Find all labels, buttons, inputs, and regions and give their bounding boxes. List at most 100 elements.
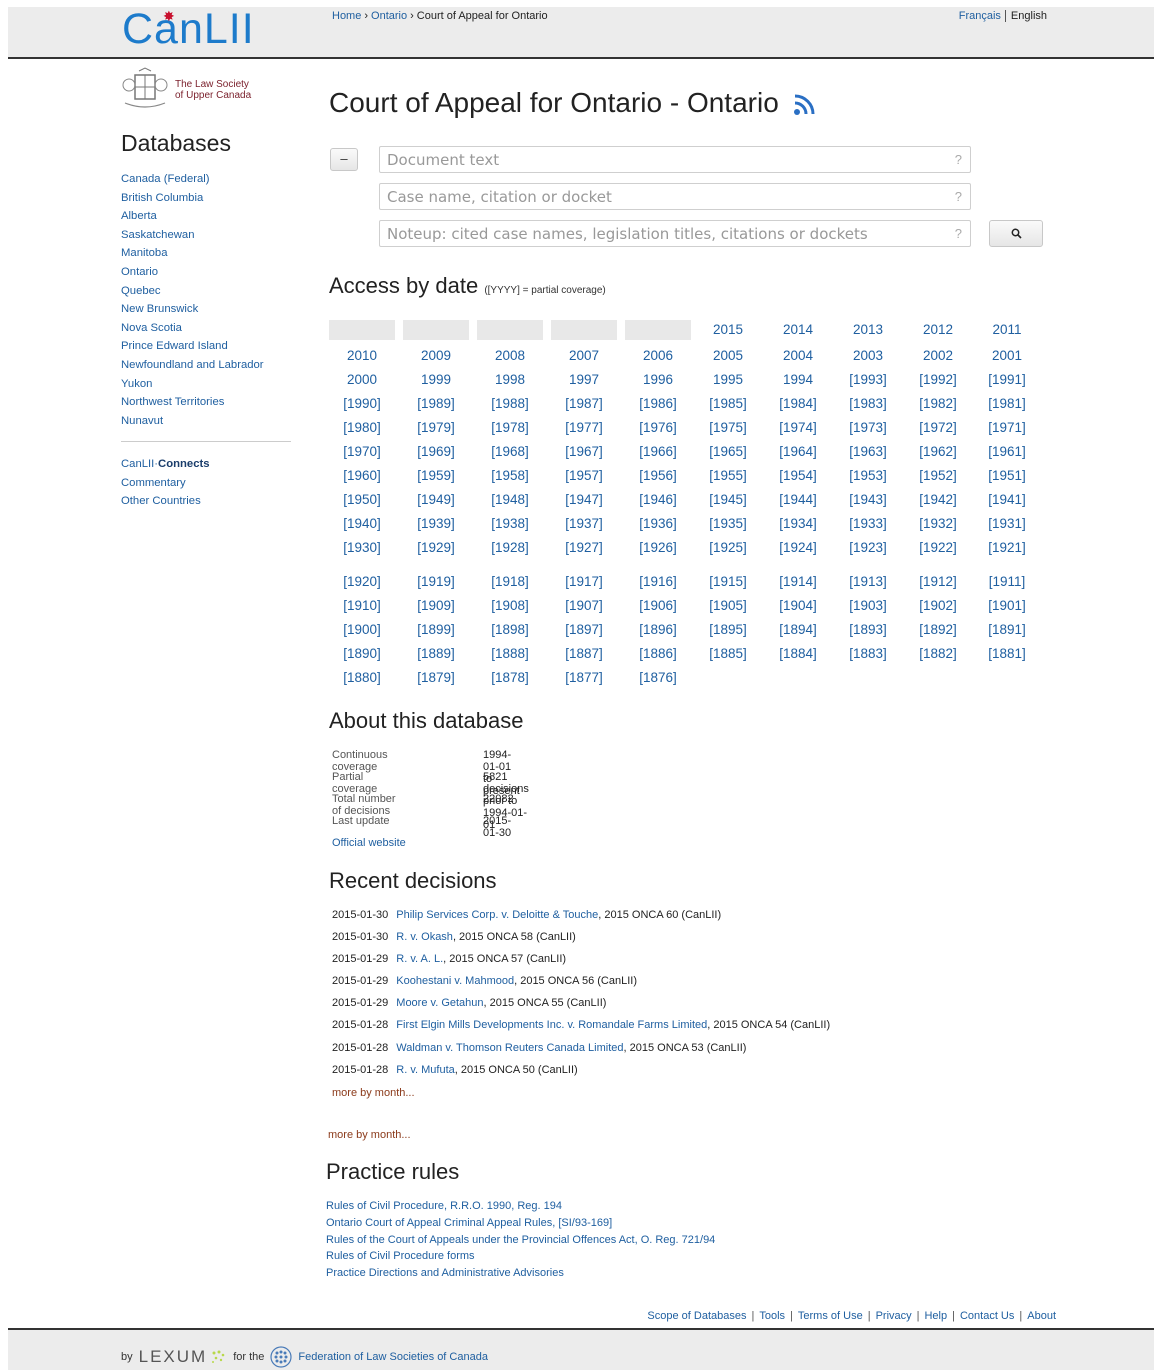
year-link[interactable]: [1970] xyxy=(329,444,395,464)
year-link[interactable]: [1923] xyxy=(835,540,901,560)
noteup-input[interactable] xyxy=(380,221,970,246)
document-text-input[interactable] xyxy=(380,147,970,172)
year-link[interactable]: [1955] xyxy=(695,468,761,488)
year-link[interactable]: [1975] xyxy=(695,420,761,440)
db-link-ontario[interactable]: Ontario xyxy=(121,266,158,278)
case-name-help-icon[interactable]: ? xyxy=(955,189,962,204)
year-link[interactable]: [1921] xyxy=(974,540,1040,560)
year-link[interactable]: [1960] xyxy=(329,468,395,488)
year-link[interactable]: 2004 xyxy=(765,348,831,368)
decision-link[interactable]: First Elgin Mills Developments Inc. v. R… xyxy=(396,1019,707,1031)
year-link[interactable]: [1992] xyxy=(905,372,971,392)
year-link[interactable]: 2012 xyxy=(905,322,971,342)
year-link[interactable]: [1988] xyxy=(477,396,543,416)
footer-privacy-link[interactable]: Privacy xyxy=(876,1310,912,1322)
year-link[interactable]: [1877] xyxy=(551,670,617,690)
year-link[interactable]: [1930] xyxy=(329,540,395,560)
year-link[interactable]: [1940] xyxy=(329,516,395,536)
year-link[interactable]: [1915] xyxy=(695,574,761,594)
year-link[interactable]: [1892] xyxy=(905,622,971,642)
db-link-pei[interactable]: Prince Edward Island xyxy=(121,340,228,352)
year-link[interactable]: [1887] xyxy=(551,646,617,666)
year-link[interactable]: [1907] xyxy=(551,598,617,618)
db-link-nova-scotia[interactable]: Nova Scotia xyxy=(121,322,182,334)
year-link[interactable]: [1949] xyxy=(403,492,469,512)
year-link[interactable]: [1991] xyxy=(974,372,1040,392)
year-link[interactable]: [1904] xyxy=(765,598,831,618)
db-link-canada-federal[interactable]: Canada (Federal) xyxy=(121,173,210,185)
year-link[interactable]: [1913] xyxy=(835,574,901,594)
footer-contact-link[interactable]: Contact Us xyxy=(960,1310,1014,1322)
year-link[interactable]: [1884] xyxy=(765,646,831,666)
decision-link[interactable]: R. v. Okash xyxy=(396,931,453,943)
year-link[interactable]: 1995 xyxy=(695,372,761,392)
year-link[interactable]: [1980] xyxy=(329,420,395,440)
year-link[interactable]: 2005 xyxy=(695,348,761,368)
decision-link[interactable]: Waldman v. Thomson Reuters Canada Limite… xyxy=(396,1042,623,1054)
year-link[interactable]: [1886] xyxy=(625,646,691,666)
year-link[interactable]: 2007 xyxy=(551,348,617,368)
year-link[interactable]: [1939] xyxy=(403,516,469,536)
breadcrumb-home[interactable]: Home xyxy=(332,10,361,22)
year-link[interactable]: [1957] xyxy=(551,468,617,488)
year-link[interactable]: [1926] xyxy=(625,540,691,560)
db-link-alberta[interactable]: Alberta xyxy=(121,210,157,222)
year-link[interactable]: [1905] xyxy=(695,598,761,618)
year-link[interactable]: [1896] xyxy=(625,622,691,642)
year-link[interactable]: 2008 xyxy=(477,348,543,368)
year-link[interactable]: 2010 xyxy=(329,348,395,368)
year-link[interactable]: 2006 xyxy=(625,348,691,368)
year-link[interactable]: 2003 xyxy=(835,348,901,368)
year-link[interactable]: [1920] xyxy=(329,574,395,594)
footer-help-link[interactable]: Help xyxy=(924,1310,947,1322)
footer-tools-link[interactable]: Tools xyxy=(759,1310,785,1322)
year-link[interactable]: [1941] xyxy=(974,492,1040,512)
year-link[interactable]: [1903] xyxy=(835,598,901,618)
year-link[interactable]: [1900] xyxy=(329,622,395,642)
db-link-newfoundland[interactable]: Newfoundland and Labrador xyxy=(121,359,264,371)
year-link[interactable]: [1885] xyxy=(695,646,761,666)
year-link[interactable]: [1917] xyxy=(551,574,617,594)
db-link-saskatchewan[interactable]: Saskatchewan xyxy=(121,229,194,241)
more-by-month-link[interactable]: more by month... xyxy=(328,1129,411,1141)
year-link[interactable]: [1963] xyxy=(835,444,901,464)
canlii-connects-link[interactable]: CanLII·Connects xyxy=(121,458,210,470)
case-name-input[interactable] xyxy=(380,184,970,209)
year-link[interactable]: 1994 xyxy=(765,372,831,392)
year-link[interactable]: 1996 xyxy=(625,372,691,392)
practice-rule-link[interactable]: Ontario Court of Appeal Criminal Appeal … xyxy=(326,1217,612,1229)
year-link[interactable]: [1974] xyxy=(765,420,831,440)
year-link[interactable]: [1894] xyxy=(765,622,831,642)
year-link[interactable]: [1929] xyxy=(403,540,469,560)
db-link-nwt[interactable]: Northwest Territories xyxy=(121,396,224,408)
year-link[interactable]: [1924] xyxy=(765,540,831,560)
year-link[interactable]: [1942] xyxy=(905,492,971,512)
db-link-nunavut[interactable]: Nunavut xyxy=(121,415,163,427)
lexum-logo[interactable]: LEXUM xyxy=(139,1347,208,1367)
decision-link[interactable]: Philip Services Corp. v. Deloitte & Touc… xyxy=(396,909,598,921)
year-link[interactable]: [1981] xyxy=(974,396,1040,416)
year-link[interactable]: 2001 xyxy=(974,348,1040,368)
year-link[interactable]: [1962] xyxy=(905,444,971,464)
decision-link[interactable]: R. v. Mufuta xyxy=(396,1064,454,1076)
year-link[interactable]: [1925] xyxy=(695,540,761,560)
year-link[interactable]: 2000 xyxy=(329,372,395,392)
year-link[interactable]: [1880] xyxy=(329,670,395,690)
year-link[interactable]: [1986] xyxy=(625,396,691,416)
year-link[interactable]: [1947] xyxy=(551,492,617,512)
year-link[interactable]: [1909] xyxy=(403,598,469,618)
year-link[interactable]: [1968] xyxy=(477,444,543,464)
year-link[interactable]: [1906] xyxy=(625,598,691,618)
footer-scope-link[interactable]: Scope of Databases xyxy=(647,1310,746,1322)
year-link[interactable]: [1888] xyxy=(477,646,543,666)
year-link[interactable]: [1983] xyxy=(835,396,901,416)
year-link[interactable]: [1987] xyxy=(551,396,617,416)
db-link-new-brunswick[interactable]: New Brunswick xyxy=(121,303,198,315)
year-link[interactable]: [1916] xyxy=(625,574,691,594)
year-link[interactable]: [1895] xyxy=(695,622,761,642)
year-link[interactable]: [1964] xyxy=(765,444,831,464)
year-link[interactable]: [1898] xyxy=(477,622,543,642)
footer-about-link[interactable]: About xyxy=(1027,1310,1056,1322)
year-link[interactable]: [1950] xyxy=(329,492,395,512)
year-link[interactable]: [1961] xyxy=(974,444,1040,464)
